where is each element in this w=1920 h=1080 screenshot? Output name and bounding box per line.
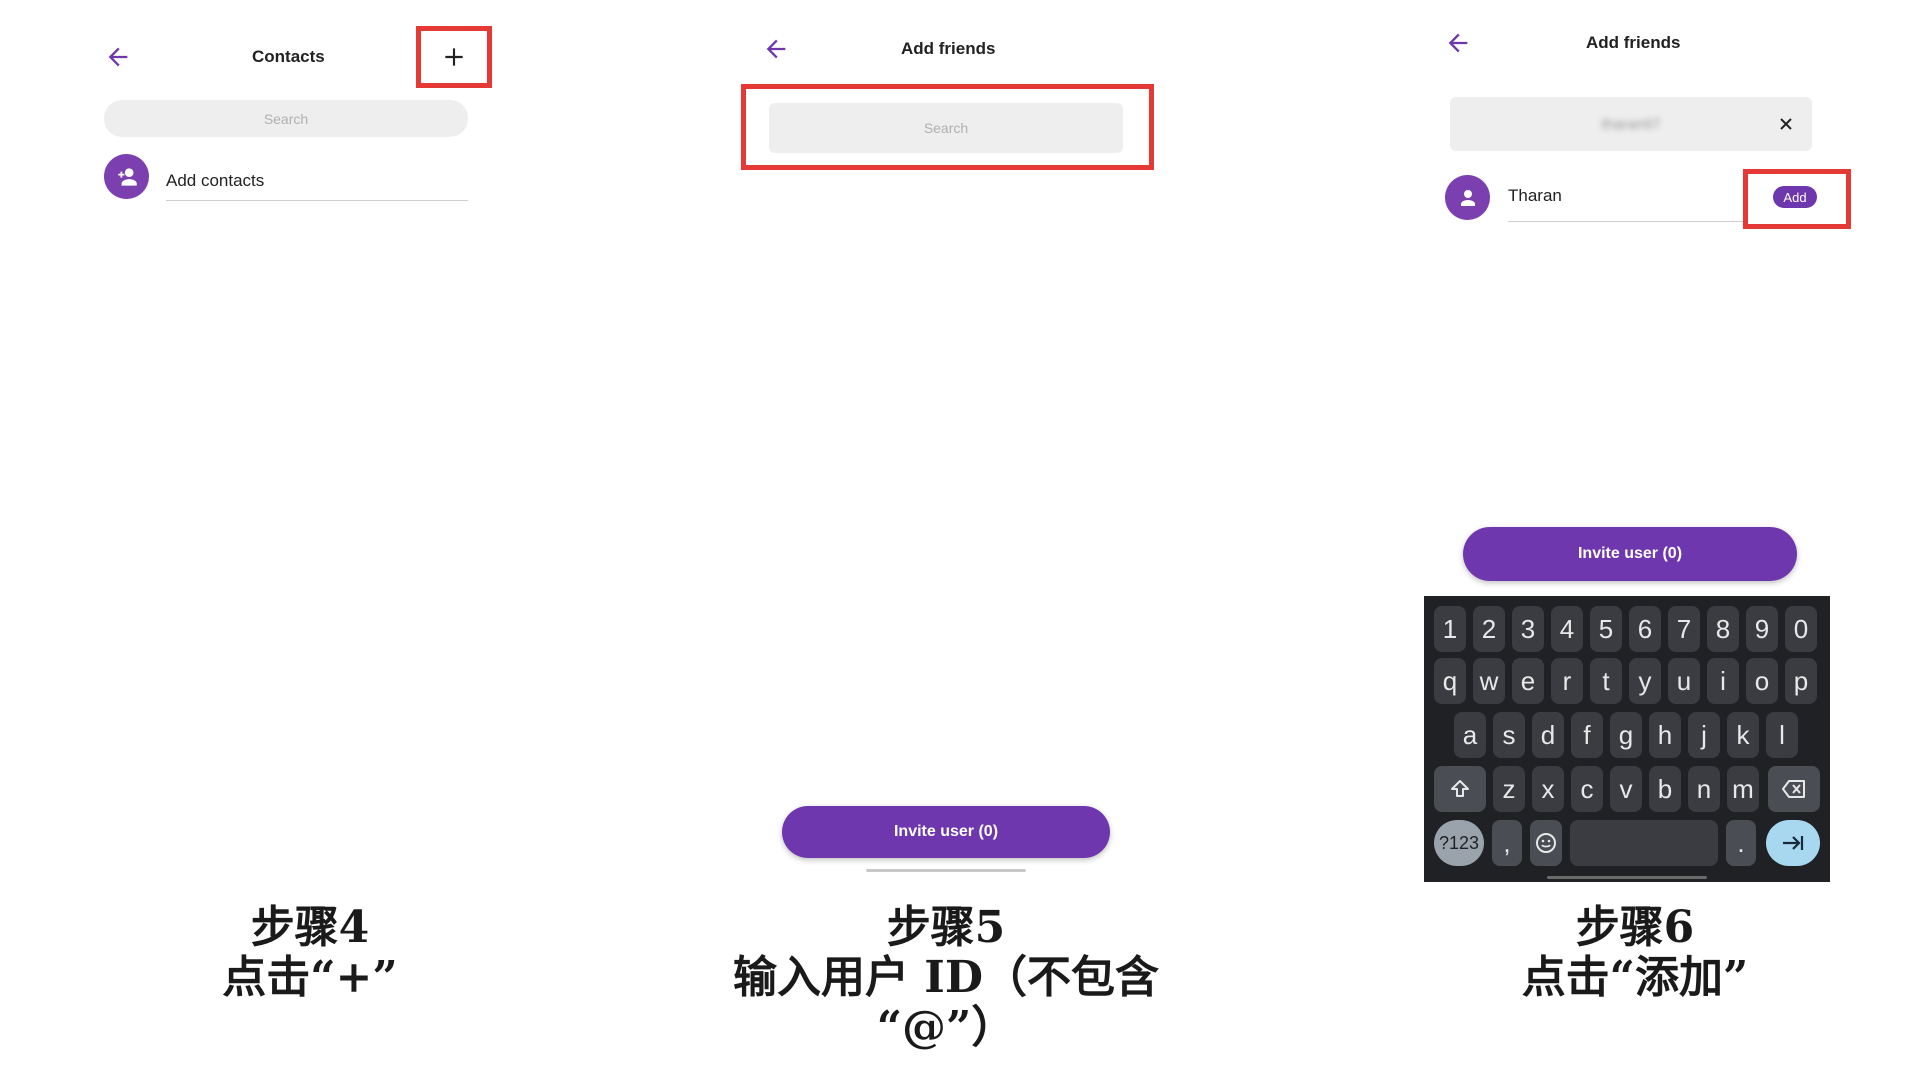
emoji-icon <box>1536 833 1556 853</box>
back-arrow-icon[interactable] <box>762 35 790 63</box>
key-n[interactable]: n <box>1688 766 1720 812</box>
key-i[interactable]: i <box>1707 658 1739 704</box>
page-title: Contacts <box>252 47 325 66</box>
key-v[interactable]: v <box>1610 766 1642 812</box>
search-input[interactable]: tharan97 <box>1450 97 1812 151</box>
add-contact-avatar <box>104 154 149 199</box>
key-4[interactable]: 4 <box>1551 606 1583 652</box>
key-p[interactable]: p <box>1785 658 1817 704</box>
key-m[interactable]: m <box>1727 766 1759 812</box>
caption-line: “@”） <box>876 1002 1016 1053</box>
space-key[interactable] <box>1570 820 1718 866</box>
key-t[interactable]: t <box>1590 658 1622 704</box>
backspace-key[interactable] <box>1768 766 1820 812</box>
backspace-icon <box>1782 780 1805 798</box>
key-1[interactable]: 1 <box>1434 606 1466 652</box>
page-title: Add friends <box>901 39 996 58</box>
onscreen-keyboard: 1 2 3 4 5 6 7 8 9 0 q w e r t y u i o p … <box>1424 596 1830 882</box>
key-j[interactable]: j <box>1688 712 1720 758</box>
key-z[interactable]: z <box>1493 766 1525 812</box>
key-y[interactable]: y <box>1629 658 1661 704</box>
back-arrow-icon[interactable] <box>104 43 132 71</box>
key-d[interactable]: d <box>1532 712 1564 758</box>
key-0[interactable]: 0 <box>1785 606 1817 652</box>
key-x[interactable]: x <box>1532 766 1564 812</box>
caption-line: 点击“+” <box>222 952 398 1003</box>
key-c[interactable]: c <box>1571 766 1603 812</box>
step-caption: 步骤4 点击“+” <box>170 903 450 1003</box>
caption-line: 步骤5 <box>886 902 1006 953</box>
key-f[interactable]: f <box>1571 712 1603 758</box>
key-k[interactable]: k <box>1727 712 1759 758</box>
key-7[interactable]: 7 <box>1668 606 1700 652</box>
key-8[interactable]: 8 <box>1707 606 1739 652</box>
key-3[interactable]: 3 <box>1512 606 1544 652</box>
shift-key[interactable] <box>1434 766 1486 812</box>
key-6[interactable]: 6 <box>1629 606 1661 652</box>
add-button[interactable]: Add <box>1773 186 1817 208</box>
divider <box>1508 221 1748 222</box>
key-b[interactable]: b <box>1649 766 1681 812</box>
key-g[interactable]: g <box>1610 712 1642 758</box>
key-e[interactable]: e <box>1512 658 1544 704</box>
key-r[interactable]: r <box>1551 658 1583 704</box>
home-indicator <box>1547 876 1707 879</box>
avatar <box>1445 175 1490 220</box>
page-title: Add friends <box>1586 33 1681 52</box>
step-caption: 步骤5 输入用户 ID（不包含 “@”） <box>720 903 1172 1053</box>
invite-user-button[interactable]: Invite user (0) <box>782 806 1110 858</box>
key-h[interactable]: h <box>1649 712 1681 758</box>
key-l[interactable]: l <box>1766 712 1798 758</box>
search-input[interactable]: Search <box>104 100 468 137</box>
key-q[interactable]: q <box>1434 658 1466 704</box>
key-5[interactable]: 5 <box>1590 606 1622 652</box>
key-a[interactable]: a <box>1454 712 1486 758</box>
person-add-icon <box>117 167 137 186</box>
back-arrow-icon[interactable] <box>1444 29 1472 57</box>
key-u[interactable]: u <box>1668 658 1700 704</box>
caption-line: 输入用户 ID（不包含 <box>732 952 1160 1003</box>
person-icon <box>1460 189 1475 206</box>
clear-icon[interactable] <box>1776 114 1796 134</box>
divider <box>166 200 468 201</box>
search-value: tharan97 <box>1601 115 1661 133</box>
key-w[interactable]: w <box>1473 658 1505 704</box>
key-2[interactable]: 2 <box>1473 606 1505 652</box>
caption-line: 步骤4 <box>250 902 370 953</box>
invite-user-button[interactable]: Invite user (0) <box>1463 527 1797 581</box>
key-9[interactable]: 9 <box>1746 606 1778 652</box>
symbols-key[interactable]: ?123 <box>1434 820 1484 866</box>
emoji-key[interactable] <box>1530 820 1562 866</box>
period-key[interactable]: . <box>1726 820 1756 866</box>
comma-key[interactable]: , <box>1492 820 1522 866</box>
step-caption: 步骤6 点击“添加” <box>1470 903 1800 1003</box>
caption-line: 步骤6 <box>1575 902 1695 953</box>
add-contacts-label[interactable]: Add contacts <box>166 171 264 191</box>
shift-icon <box>1451 780 1469 797</box>
plus-icon[interactable] <box>441 44 467 70</box>
search-input[interactable]: Search <box>769 103 1123 153</box>
caption-line: 点击“添加” <box>1521 952 1749 1003</box>
home-indicator <box>866 869 1026 872</box>
key-s[interactable]: s <box>1493 712 1525 758</box>
tab-arrow-icon <box>1783 836 1804 850</box>
result-name: Tharan <box>1508 186 1562 205</box>
key-o[interactable]: o <box>1746 658 1778 704</box>
next-key[interactable] <box>1766 820 1820 866</box>
